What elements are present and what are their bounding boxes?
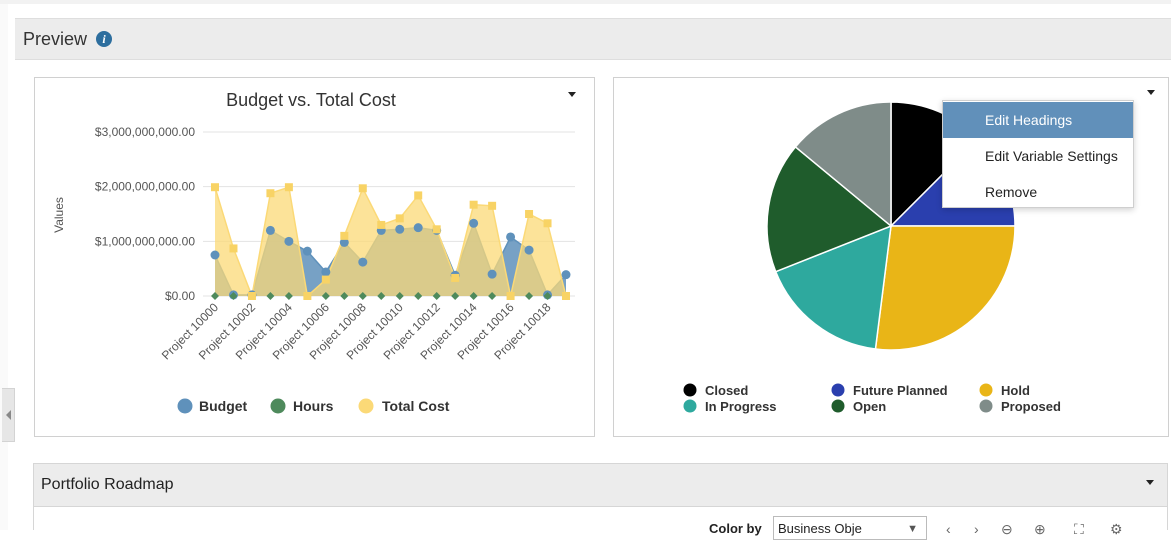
budget-point xyxy=(395,224,405,234)
chevron-left-icon xyxy=(5,410,11,420)
total-cost-point xyxy=(247,292,256,300)
budget-point xyxy=(469,218,479,228)
total-cost-point xyxy=(525,210,534,218)
roadmap-menu-caret-icon[interactable] xyxy=(1146,480,1154,485)
legend-label: Budget xyxy=(199,398,248,414)
pie-legend-label: Hold xyxy=(1001,383,1030,398)
prev-icon[interactable]: ‹ xyxy=(946,521,951,537)
pie-legend-swatch xyxy=(979,383,993,397)
budget-point xyxy=(524,245,534,255)
y-tick-label: $2,000,000,000.00 xyxy=(95,180,195,194)
pie-legend-swatch xyxy=(683,399,697,413)
y-tick-label: $3,000,000,000.00 xyxy=(95,125,195,139)
y-tick-label: $1,000,000,000.00 xyxy=(95,234,195,248)
budget-point xyxy=(302,246,312,256)
info-icon[interactable]: i xyxy=(96,31,113,47)
budget-point xyxy=(321,267,331,277)
budget-point xyxy=(506,232,516,242)
legend-swatch xyxy=(270,398,286,414)
total-cost-point xyxy=(229,244,238,253)
budget-point xyxy=(265,225,275,235)
sidebar-collapse-handle[interactable] xyxy=(2,388,15,442)
preview-header: Preview i xyxy=(15,18,1171,60)
pie-legend-swatch xyxy=(831,383,845,397)
total-cost-point xyxy=(211,183,219,192)
legend-swatch xyxy=(177,398,193,414)
legend-label: Total Cost xyxy=(382,398,450,414)
menu-item-remove[interactable]: Remove xyxy=(943,174,1133,210)
color-by-label: Color by xyxy=(709,521,762,536)
pie-legend-label: Future Planned xyxy=(853,383,948,398)
top-border xyxy=(0,0,1171,4)
preview-title: Preview xyxy=(23,28,88,49)
pie-legend-label: Closed xyxy=(705,383,748,398)
budget-point xyxy=(487,269,497,279)
color-by-select[interactable]: Business Obje ▼ xyxy=(773,516,927,540)
pie-legend-label: Open xyxy=(853,399,886,414)
chevron-down-icon: ▼ xyxy=(907,523,918,535)
total-cost-point xyxy=(284,183,293,192)
legend-label: Hours xyxy=(293,398,334,414)
total-cost-point xyxy=(432,225,441,234)
total-cost-point xyxy=(266,189,275,198)
total-cost-point xyxy=(506,292,515,300)
color-by-value: Business Obje xyxy=(778,521,862,536)
budget-point xyxy=(561,270,571,280)
total-cost-point xyxy=(395,214,404,223)
total-cost-point xyxy=(469,200,478,209)
chart-context-menu: Edit Headings Edit Variable Settings Rem… xyxy=(942,100,1134,208)
pie-legend-swatch xyxy=(831,399,845,413)
left-gutter xyxy=(0,4,8,530)
pie-legend-swatch xyxy=(979,399,993,413)
budget-point xyxy=(413,223,423,233)
total-cost-point xyxy=(414,191,423,200)
total-cost-point xyxy=(377,220,386,229)
budget-point xyxy=(210,250,220,260)
total-cost-point xyxy=(543,219,552,228)
total-cost-point xyxy=(488,201,497,210)
legend-swatch xyxy=(358,398,374,414)
total-cost-point xyxy=(562,292,570,300)
budget-vs-cost-chart: Budget vs. Total Cost $0.00 $1,000,000,000… xyxy=(52,90,575,414)
y-axis-label: Values xyxy=(52,197,66,233)
menu-item-edit-headings[interactable]: Edit Headings xyxy=(943,102,1133,138)
total-cost-point xyxy=(451,273,460,282)
pie-legend-label: In Progress xyxy=(705,399,777,414)
budget-point xyxy=(284,236,294,246)
budget-chart-panel: Budget vs. Total Cost $0.00 $1,000,000,000… xyxy=(34,77,595,437)
roadmap-body: Color by Business Obje ▼ ‹ › ⊖ ⊕ ⛶ ⚙ xyxy=(33,507,1168,540)
roadmap-title: Portfolio Roadmap xyxy=(41,476,174,493)
pie-slice xyxy=(874,225,1016,351)
budget-point xyxy=(358,257,368,267)
roadmap-header: Portfolio Roadmap xyxy=(33,463,1168,507)
total-cost-point xyxy=(358,184,367,193)
chart-title: Budget vs. Total Cost xyxy=(226,90,396,110)
total-cost-point xyxy=(303,292,312,300)
menu-item-edit-variable-settings[interactable]: Edit Variable Settings xyxy=(943,138,1133,174)
y-tick-label: $0.00 xyxy=(165,289,195,303)
next-icon[interactable]: › xyxy=(974,521,979,537)
total-cost-point xyxy=(321,275,330,284)
total-cost-point xyxy=(340,231,349,240)
pie-legend-label: Proposed xyxy=(1001,399,1061,414)
pie-legend-swatch xyxy=(683,383,697,397)
